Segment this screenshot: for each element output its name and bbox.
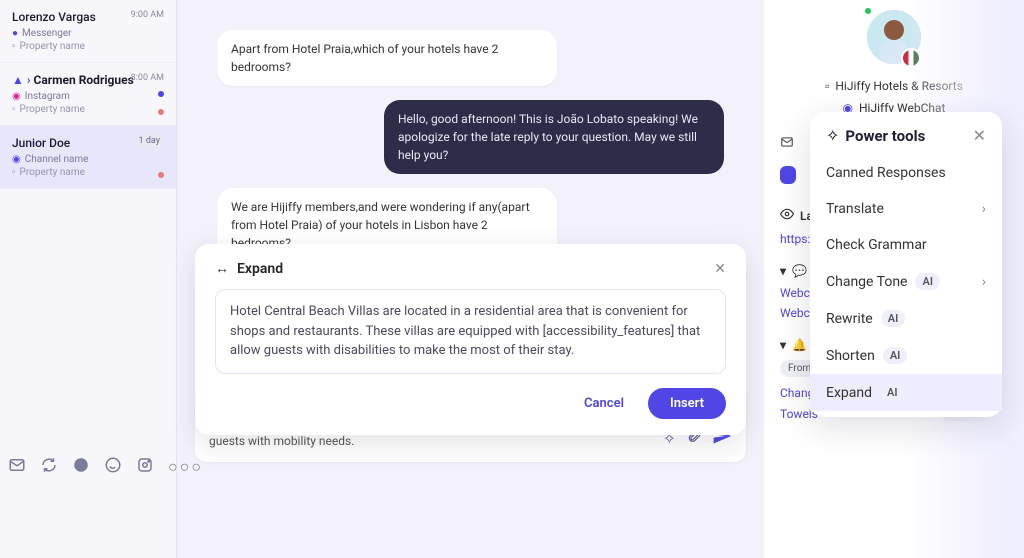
expand-arrows-icon: ↔ [215, 260, 229, 277]
magic-wand-icon: ✧ [826, 126, 839, 145]
ai-badge: AI [883, 347, 908, 364]
bell-icon: 🔔 [792, 338, 807, 352]
channel-icon: ◉ [12, 154, 21, 165]
country-flag-icon [901, 48, 921, 68]
expand-body: Hotel Central Beach Villas are located i… [215, 289, 726, 374]
message-outgoing: Hello, good afternoon! This is João Loba… [384, 100, 724, 174]
expand-popover: ↔ Expand ✕ Hotel Central Beach Villas ar… [195, 244, 746, 435]
power-tool-expand[interactable]: Expand AI [810, 374, 1002, 411]
whatsapp-icon[interactable] [104, 456, 122, 478]
ai-badge: AI [880, 384, 905, 401]
cancel-button[interactable]: Cancel [572, 388, 636, 419]
conversation-item-active[interactable]: Junior Doe ◉ Channel name ▫ Property nam… [0, 126, 176, 189]
status-dot [158, 109, 164, 115]
close-icon[interactable]: ✕ [973, 126, 986, 145]
expand-title: Expand [237, 261, 283, 277]
more-icon[interactable]: ○○○ [168, 457, 203, 477]
power-tool-grammar[interactable]: Check Grammar [810, 227, 1002, 263]
mail-icon[interactable] [8, 456, 26, 478]
conversation-channel: Instagram [25, 91, 70, 102]
conversation-item[interactable]: Lorenzo Vargas ● Messenger ▫ Property na… [0, 0, 176, 63]
conversation-item[interactable]: ▲ › Carmen Rodrigues ◉ Instagram ▫ Prope… [0, 63, 176, 126]
conversation-time: 9:00 AM [131, 10, 164, 20]
envelope-icon [780, 135, 794, 152]
ai-badge: AI [881, 310, 906, 327]
building-icon: ▫ [12, 167, 16, 178]
building-icon: ▫ [825, 79, 829, 93]
conversation-channel: Messenger [22, 28, 72, 39]
conversation-time: 8:00 AM [131, 73, 164, 83]
chevron-down-icon[interactable]: ▾ [780, 338, 786, 352]
eye-icon [780, 207, 794, 224]
conversation-property: Property name [20, 167, 85, 178]
power-tool-shorten[interactable]: Shorten AI [810, 337, 1002, 374]
power-tool-translate[interactable]: Translate › [810, 191, 1002, 227]
power-tool-rewrite[interactable]: Rewrite AI [810, 300, 1002, 337]
power-tool-canned[interactable]: Canned Responses [810, 155, 1002, 191]
status-dot [158, 172, 164, 178]
ai-badge: AI [915, 273, 940, 290]
chevron-down-icon[interactable]: ▾ [780, 264, 786, 278]
unread-dot [158, 91, 164, 97]
power-tools-popover: ✧ Power tools ✕ Canned Responses Transla… [810, 112, 1002, 417]
chat-icon: 💬 [792, 264, 807, 278]
chevron-right-icon: › [982, 201, 986, 217]
power-tool-tone[interactable]: Change Tone AI › [810, 263, 1002, 300]
power-tools-title: Power tools [845, 127, 925, 145]
messenger-icon: ● [12, 28, 18, 39]
insert-button[interactable]: Insert [648, 388, 726, 419]
online-status-dot [863, 6, 873, 16]
building-icon: ▫ [12, 104, 16, 115]
messenger-icon[interactable] [72, 456, 90, 478]
conversation-channel: Channel name [25, 154, 89, 165]
action-button[interactable] [780, 166, 796, 184]
chevron-right-icon: › [982, 274, 986, 290]
org-name: HiJiffy Hotels & Resorts [835, 79, 963, 93]
conversation-time: 1 day [135, 135, 164, 147]
chat-panel: Apart from Hotel Praia,which of your hot… [177, 0, 764, 558]
conversation-property: Property name [20, 41, 85, 52]
conversation-property: Property name [20, 104, 85, 115]
instagram-icon: ◉ [12, 91, 21, 102]
message-incoming: Apart from Hotel Praia,which of your hot… [217, 30, 557, 86]
channel-icon-bar: ○○○ [8, 456, 203, 478]
building-icon: ▫ [12, 41, 16, 52]
refresh-icon[interactable] [40, 456, 58, 478]
close-icon[interactable]: ✕ [714, 261, 726, 277]
instagram-icon[interactable] [136, 456, 154, 478]
